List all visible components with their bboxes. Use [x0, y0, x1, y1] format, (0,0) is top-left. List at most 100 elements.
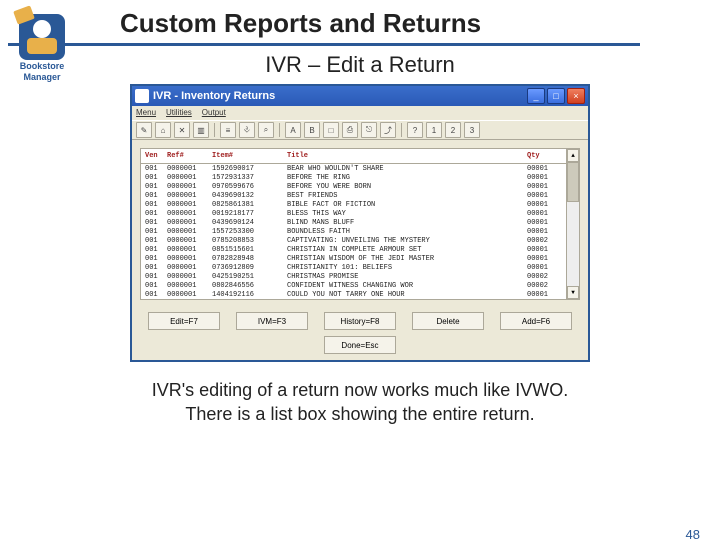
cell-item: 1557253300 [212, 228, 287, 236]
cell-item: 1572931337 [212, 174, 287, 182]
help-icon[interactable]: ? [407, 122, 423, 138]
cell-ref: 0000001 [167, 219, 212, 227]
cell-qty: 00001 [527, 255, 562, 263]
scroll-up-icon[interactable]: ▲ [567, 149, 579, 162]
window-title: IVR - Inventory Returns [153, 90, 525, 102]
menu-item[interactable]: Menu [136, 108, 156, 117]
scroll-down-icon[interactable]: ▼ [567, 286, 579, 299]
tool-icon[interactable]: ⎀ [239, 122, 255, 138]
menu-item[interactable]: Output [202, 108, 226, 117]
cell-ref: 0000001 [167, 264, 212, 272]
table-row[interactable]: 00100000011557253300BOUNDLESS FAITH00001 [141, 227, 566, 236]
button-row: Edit=F7 IVM=F3 History=F8 Delete Add=F6 [132, 308, 588, 334]
logo-text-1: Bookstore [12, 62, 72, 71]
tool-icon[interactable]: ⎋ [361, 122, 377, 138]
tool-icon[interactable]: ⎙ [342, 122, 358, 138]
cell-ref: 0000001 [167, 174, 212, 182]
cell-ref: 0000001 [167, 228, 212, 236]
caption-line-2: There is a list box showing the entire r… [185, 404, 534, 424]
cell-qty: 00002 [527, 282, 562, 290]
tool-icon[interactable]: ≡ [220, 122, 236, 138]
mode-2-button[interactable]: 2 [445, 122, 461, 138]
tool-icon[interactable]: ✕ [174, 122, 190, 138]
tool-icon[interactable]: ⤴ [380, 122, 396, 138]
cell-title: BLESS THIS WAY [287, 210, 527, 218]
logo-figure [19, 14, 65, 60]
cell-title: CHRISTIANITY 101: BELIEFS [287, 264, 527, 272]
cell-qty: 00002 [527, 273, 562, 281]
cell-qty: 00001 [527, 264, 562, 272]
cell-ven: 001 [145, 264, 167, 272]
table-row[interactable]: 00100000010970599676BEFORE YOU WERE BORN… [141, 182, 566, 191]
history-button[interactable]: History=F8 [324, 312, 396, 330]
close-button[interactable]: × [567, 88, 585, 104]
cell-ven: 001 [145, 192, 167, 200]
ivm-button[interactable]: IVM=F3 [236, 312, 308, 330]
cell-title: CHRISTIAN IN COMPLETE ARMOUR SET [287, 246, 527, 254]
cell-item: 0736912809 [212, 264, 287, 272]
tool-icon[interactable]: ▥ [193, 122, 209, 138]
toolbar-separator [279, 123, 280, 137]
col-ven: Ven [145, 152, 167, 160]
table-row[interactable]: 00100000010782828948CHRISTIAN WISDOM OF … [141, 254, 566, 263]
cell-ven: 001 [145, 201, 167, 209]
tool-icon[interactable]: A [285, 122, 301, 138]
table-row[interactable]: 00100000011404192116COULD YOU NOT TARRY … [141, 290, 566, 299]
header-rule [8, 43, 640, 46]
scrollbar[interactable]: ▲ ▼ [566, 149, 579, 299]
cell-item: 1404192116 [212, 291, 287, 299]
maximize-button[interactable]: □ [547, 88, 565, 104]
table-row[interactable]: 00100000010019218177BLESS THIS WAY00001 [141, 209, 566, 218]
cell-qty: 00001 [527, 219, 562, 227]
cell-qty: 00001 [527, 183, 562, 191]
table-row[interactable]: 00100000010785208853CAPTIVATING: UNVEILI… [141, 236, 566, 245]
menu-item[interactable]: Utilities [166, 108, 192, 117]
titlebar: IVR - Inventory Returns _ □ × [132, 86, 588, 106]
tool-icon[interactable]: □ [323, 122, 339, 138]
tool-icon[interactable]: ✎ [136, 122, 152, 138]
table-row[interactable]: 00100000011572931337BEFORE THE RING00001 [141, 173, 566, 182]
table-row[interactable]: 00100000011592690017BEAR WHO WOULDN'T SH… [141, 164, 566, 173]
tool-icon[interactable]: B [304, 122, 320, 138]
logo-text-2: Manager [12, 73, 72, 82]
tool-icon[interactable]: ⌂ [155, 122, 171, 138]
table-row[interactable]: 00100000010802846556CONFIDENT WITNESS CH… [141, 281, 566, 290]
cell-qty: 00001 [527, 210, 562, 218]
table-row[interactable]: 00100000010825861381BIBLE FACT OR FICTIO… [141, 200, 566, 209]
minimize-button[interactable]: _ [527, 88, 545, 104]
grid-header: Ven Ref# Item# Title Qty [141, 149, 566, 164]
cell-ref: 0000001 [167, 291, 212, 299]
cell-qty: 00001 [527, 246, 562, 254]
cell-title: BEFORE YOU WERE BORN [287, 183, 527, 191]
cell-ven: 001 [145, 174, 167, 182]
cell-qty: 00001 [527, 228, 562, 236]
scroll-thumb[interactable] [567, 162, 579, 202]
header: Custom Reports and Returns [120, 8, 720, 39]
cell-title: CONFIDENT WITNESS CHANGING WOR [287, 282, 527, 290]
cell-ref: 0000001 [167, 192, 212, 200]
add-button[interactable]: Add=F6 [500, 312, 572, 330]
mode-3-button[interactable]: 3 [464, 122, 480, 138]
menubar: Menu Utilities Output [132, 106, 588, 120]
scroll-track[interactable] [567, 162, 579, 286]
table-row[interactable]: 00100000010736912809CHRISTIANITY 101: BE… [141, 263, 566, 272]
table-row[interactable]: 00100000010425190251CHRISTMAS PROMISE000… [141, 272, 566, 281]
table-row[interactable]: 00100000010851515601CHRISTIAN IN COMPLET… [141, 245, 566, 254]
grid-body[interactable]: 00100000011592690017BEAR WHO WOULDN'T SH… [141, 164, 566, 299]
table-row[interactable]: 00100000010439690132BEST FRIENDS00001 [141, 191, 566, 200]
cell-item: 0970599676 [212, 183, 287, 191]
cell-item: 1592690017 [212, 165, 287, 173]
cell-ref: 0000001 [167, 282, 212, 290]
logo-book-icon [13, 5, 35, 24]
done-button[interactable]: Done=Esc [324, 336, 396, 354]
mode-1-button[interactable]: 1 [426, 122, 442, 138]
tool-icon[interactable]: ⌕ [258, 122, 274, 138]
cell-title: COULD YOU NOT TARRY ONE HOUR [287, 291, 527, 299]
table-row[interactable]: 00100000010439690124BLIND MANS BLUFF0000… [141, 218, 566, 227]
col-ref: Ref# [167, 152, 212, 160]
delete-button[interactable]: Delete [412, 312, 484, 330]
edit-button[interactable]: Edit=F7 [148, 312, 220, 330]
button-row-2: Done=Esc [132, 334, 588, 360]
cell-ven: 001 [145, 228, 167, 236]
toolbar: ✎ ⌂ ✕ ▥ ≡ ⎀ ⌕ A B □ ⎙ ⎋ ⤴ ? 1 2 3 [132, 120, 588, 140]
